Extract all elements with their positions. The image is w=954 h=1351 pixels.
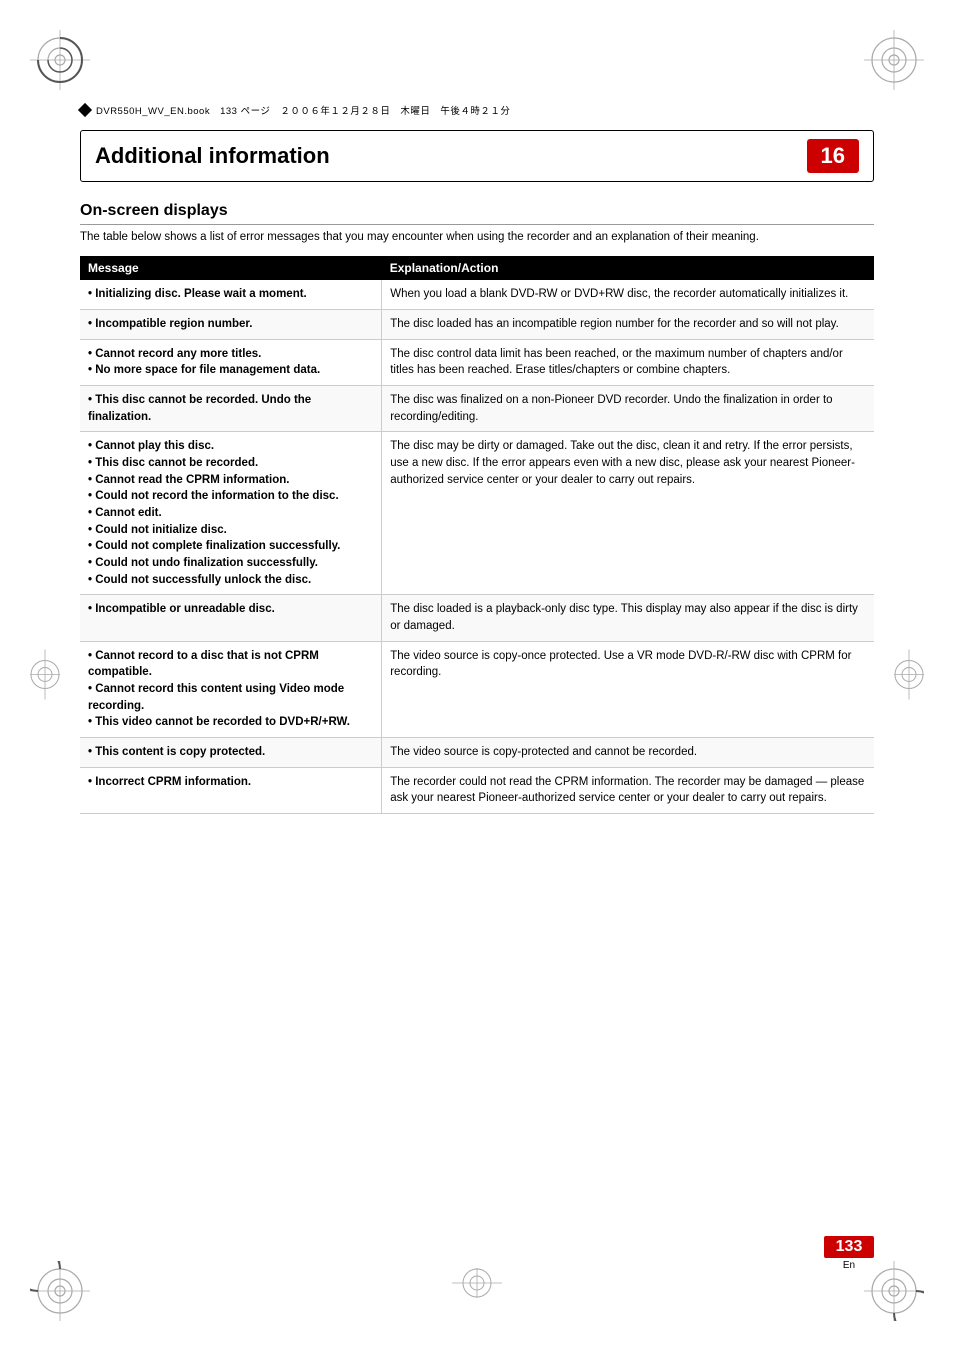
table-cell-message: • This disc cannot be recorded. Undo the… [80,385,382,431]
table-row: • Incompatible or unreadable disc.The di… [80,595,874,641]
corner-mark-bl [30,1261,90,1321]
intro-paragraph: The table below shows a list of error me… [80,229,874,246]
table-cell-explanation: The disc control data limit has been rea… [382,339,874,385]
col-message: Message [80,256,382,280]
table-cell-message: • Cannot record any more titles.• No mor… [80,339,382,385]
table-cell-message: • Cannot record to a disc that is not CP… [80,641,382,737]
header-diamond [78,103,92,117]
header-bar: DVR550H_WV_EN.book 133 ページ ２００６年１２月２８日 木… [80,100,874,120]
table-header-row: Message Explanation/Action [80,256,874,280]
table-cell-message: • Initializing disc. Please wait a momen… [80,280,382,309]
table-row: • This content is copy protected.The vid… [80,738,874,768]
chapter-title: Additional information [95,143,807,169]
chapter-title-box: Additional information 16 [80,130,874,182]
table-row: • Cannot record to a disc that is not CP… [80,641,874,737]
table-cell-explanation: The disc may be dirty or damaged. Take o… [382,432,874,595]
table-cell-explanation: The disc loaded has an incompatible regi… [382,309,874,339]
error-table: Message Explanation/Action • Initializin… [80,256,874,814]
table-cell-message: • Cannot play this disc.• This disc cann… [80,432,382,595]
page-lang: En [843,1260,855,1271]
header-text: DVR550H_WV_EN.book 133 ページ ２００６年１２月２８日 木… [96,103,510,117]
table-cell-message: • Incorrect CPRM information. [80,767,382,813]
table-cell-explanation: The video source is copy-protected and c… [382,738,874,768]
bottom-center-mark [452,1268,502,1301]
page-container: DVR550H_WV_EN.book 133 ページ ２００６年１２月２８日 木… [0,0,954,1351]
table-cell-message: • This content is copy protected. [80,738,382,768]
section-title-area: On-screen displays [80,202,874,225]
table-cell-explanation: The disc was finalized on a non-Pioneer … [382,385,874,431]
corner-mark-tr [864,30,924,90]
page-number: 133 [824,1236,874,1258]
content-area: Additional information 16 On-screen disp… [80,130,874,1231]
table-row: • Incompatible region number.The disc lo… [80,309,874,339]
col-explanation: Explanation/Action [382,256,874,280]
table-header: Message Explanation/Action [80,256,874,280]
chapter-number: 16 [807,139,859,173]
table-row: • Incorrect CPRM information.The recorde… [80,767,874,813]
corner-mark-tl [30,30,90,90]
table-cell-explanation: The recorder could not read the CPRM inf… [382,767,874,813]
table-row: • Initializing disc. Please wait a momen… [80,280,874,309]
table-body: • Initializing disc. Please wait a momen… [80,280,874,813]
table-cell-explanation: The video source is copy-once protected.… [382,641,874,737]
table-row: • This disc cannot be recorded. Undo the… [80,385,874,431]
table-row: • Cannot record any more titles.• No mor… [80,339,874,385]
side-mark-left [30,649,60,702]
table-cell-message: • Incompatible or unreadable disc. [80,595,382,641]
table-cell-explanation: When you load a blank DVD-RW or DVD+RW d… [382,280,874,309]
side-mark-right [894,649,924,702]
section-heading: On-screen displays [80,202,874,225]
table-cell-explanation: The disc loaded is a playback-only disc … [382,595,874,641]
table-cell-message: • Incompatible region number. [80,309,382,339]
table-row: • Cannot play this disc.• This disc cann… [80,432,874,595]
page-footer: 133 En [824,1236,874,1271]
